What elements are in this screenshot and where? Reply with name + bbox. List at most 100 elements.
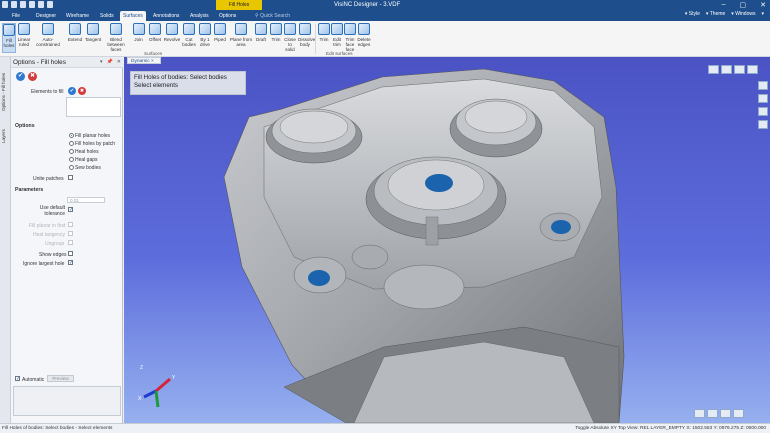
view-menu-icon[interactable] <box>747 65 758 74</box>
tab-surfaces[interactable]: Surfaces <box>120 11 146 21</box>
grid-icon[interactable] <box>694 409 705 418</box>
radio-fill-planar-holes[interactable] <box>69 133 74 138</box>
windows-menu[interactable]: ▾ Windows <box>731 11 755 17</box>
fill-planar-first-checkbox <box>68 222 73 227</box>
tab-analysis[interactable]: Analysis <box>187 11 212 21</box>
dock-tab-layers[interactable]: Layers <box>1 125 10 147</box>
side-tool-2-icon[interactable] <box>758 94 768 103</box>
edit-trim-button[interactable]: Edit trim <box>331 23 343 53</box>
cancel-icon: ✖ <box>29 73 36 79</box>
side-tool-1-icon[interactable] <box>758 81 768 90</box>
revolve-button[interactable]: Revolve <box>163 23 181 53</box>
cad-model[interactable]: Z Y X <box>124 57 770 423</box>
tab-solids[interactable]: Solids <box>97 11 117 21</box>
preview-area <box>13 386 121 416</box>
unite-patches-checkbox[interactable] <box>68 175 73 180</box>
snap-icon[interactable] <box>707 409 718 418</box>
automatic-checkbox[interactable]: ✓ <box>15 376 20 382</box>
dock-tab-options[interactable]: Options - Fill holes <box>1 63 10 121</box>
view-iso-icon[interactable] <box>721 65 732 74</box>
redo-icon[interactable] <box>38 1 44 8</box>
fill-holes-button[interactable]: Fill holes <box>2 23 16 53</box>
tangent-button[interactable]: Tangent <box>84 23 102 53</box>
pan-icon[interactable] <box>733 409 744 418</box>
offset-button[interactable]: Offset <box>147 23 163 53</box>
radio-fill-holes-by-patch[interactable] <box>69 141 74 146</box>
delete-edges-button[interactable]: Delete edges <box>357 23 371 53</box>
3d-viewport[interactable]: Dynamic × Fill Holes of bodies: Select b… <box>124 57 770 423</box>
panel-close-icon[interactable]: ✕ <box>117 59 121 65</box>
theme-menu[interactable]: ▾ Theme <box>706 11 725 17</box>
plane-from-area-button[interactable]: Plane from area <box>229 23 253 53</box>
linear-ruled-button[interactable]: Linear ruled <box>17 23 31 53</box>
by-1-drive-button[interactable]: By 1 drive <box>198 23 212 53</box>
minimize-button[interactable]: – <box>722 1 726 9</box>
filled-hole-right[interactable] <box>551 220 571 234</box>
show-edges-label: Show edges <box>39 252 67 258</box>
radio-heal-gaps[interactable] <box>69 157 74 162</box>
piped-button[interactable]: Piped <box>213 23 227 53</box>
pin-icon[interactable]: 📌 <box>107 59 113 65</box>
side-tool-4-icon[interactable] <box>758 120 768 129</box>
auto-constrained-button[interactable]: Auto-constrained <box>32 23 64 53</box>
show-edges-checkbox[interactable] <box>68 251 73 256</box>
tolerance-input[interactable]: 0.01 <box>67 197 105 203</box>
tab-file[interactable]: File <box>9 11 23 21</box>
view-fit-icon[interactable] <box>734 65 745 74</box>
quick-search[interactable]: ⚲ Quick Search <box>252 11 293 21</box>
preview-button[interactable]: Preview <box>47 375 74 382</box>
panel-dropdown-icon[interactable]: ▾ <box>100 59 103 65</box>
trim-button[interactable]: Trim <box>318 23 330 53</box>
tab-designer[interactable]: Designer <box>33 11 59 21</box>
undo-icon[interactable] <box>29 1 35 8</box>
cancel-button[interactable]: ✖ <box>28 72 37 81</box>
use-default-tolerance-checkbox[interactable]: ✓ <box>68 207 73 213</box>
plane-icon <box>235 23 247 35</box>
view-cube-icon[interactable] <box>708 65 719 74</box>
elements-list[interactable] <box>66 97 121 117</box>
help-menu[interactable]: ▾ <box>761 11 764 17</box>
panel-header: Options - Fill holes ▾ 📌 ✕ <box>11 57 123 68</box>
draft-icon <box>255 23 267 35</box>
tab-annotations[interactable]: Annotations <box>150 11 182 21</box>
clear-icon: ✖ <box>79 88 85 94</box>
radio-sew-bodies[interactable] <box>69 165 74 170</box>
draft-button[interactable]: Draft <box>254 23 268 53</box>
print-icon[interactable] <box>47 1 53 8</box>
trim-solid-button[interactable]: Trim <box>270 23 282 53</box>
save-icon[interactable] <box>20 1 26 8</box>
context-tab-label: Fill Holes <box>216 0 262 10</box>
ignore-largest-hole-checkbox[interactable]: ✓ <box>68 260 73 266</box>
ungroup-checkbox <box>68 240 73 245</box>
dissolve-body-button[interactable]: Dissolve body <box>298 23 315 53</box>
filled-hole-left[interactable] <box>308 270 330 286</box>
close-to-solid-button[interactable]: Close to solid <box>283 23 297 53</box>
options-section-title: Options <box>15 123 35 129</box>
style-menu[interactable]: ▾ Style <box>685 11 700 17</box>
zoom-icon[interactable] <box>720 409 731 418</box>
tab-wireframe[interactable]: Wireframe <box>63 11 92 21</box>
new-icon[interactable] <box>2 1 8 8</box>
extend-button[interactable]: Extend <box>67 23 83 53</box>
open-icon[interactable] <box>11 1 17 8</box>
elements-clear-button[interactable]: ✖ <box>78 87 86 95</box>
close-button[interactable]: ✕ <box>760 1 766 9</box>
side-tool-3-icon[interactable] <box>758 107 768 116</box>
title-bar: Fill Holes VisiNC Designer - 3.VDF – ▢ ✕ <box>0 0 770 10</box>
cut-bodies-button[interactable]: Cut bodies <box>182 23 196 53</box>
blend-between-faces-button[interactable]: Blend between faces <box>103 23 129 53</box>
status-right: Toggle Absolute XY Top View: REL LAYER_E… <box>575 426 766 431</box>
filled-hole-center[interactable] <box>425 174 453 192</box>
maximize-button[interactable]: ▢ <box>740 1 747 9</box>
trim-face-face-button[interactable]: Trim face face <box>343 23 357 53</box>
ok-button[interactable]: ✔ <box>16 72 25 81</box>
radio-heal-holes[interactable] <box>69 149 74 154</box>
join-button[interactable]: Join <box>132 23 145 53</box>
tangent-icon <box>87 23 99 35</box>
left-dock-strip: Options - Fill holes Layers <box>0 57 11 423</box>
axis-label-x: X <box>138 396 142 402</box>
tab-options[interactable]: Options <box>216 11 239 21</box>
fill-holes-icon <box>3 24 15 36</box>
quick-access-toolbar[interactable] <box>2 1 53 8</box>
elements-ok-button[interactable]: ✔ <box>68 87 76 95</box>
